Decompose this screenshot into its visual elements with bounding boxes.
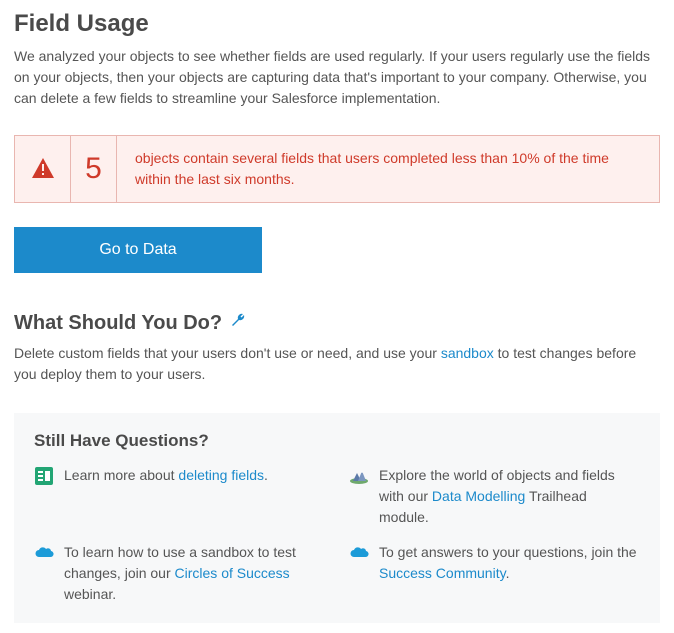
question-item: Learn more about deleting fields. (34, 465, 325, 528)
q-text-after: webinar. (64, 586, 116, 602)
alert-banner: 5 objects contain several fields that us… (14, 135, 660, 203)
alert-message: objects contain several fields that user… (117, 136, 659, 202)
circles-of-success-link[interactable]: Circles of Success (175, 565, 290, 581)
q-text-after: . (506, 565, 510, 581)
trailhead-icon (349, 466, 369, 486)
page-title: Field Usage (14, 10, 660, 38)
q-text-before: To get answers to your questions, join t… (379, 544, 637, 560)
alert-count: 5 (71, 136, 117, 202)
go-to-data-button[interactable]: Go to Data (14, 227, 262, 273)
question-item: Explore the world of objects and fields … (349, 465, 640, 528)
recommend-title: What Should You Do? (14, 311, 660, 335)
recommend-text-before: Delete custom fields that your users don… (14, 345, 441, 361)
data-modelling-link[interactable]: Data Modelling (432, 488, 525, 504)
sandbox-link[interactable]: sandbox (441, 345, 494, 361)
question-item: To get answers to your questions, join t… (349, 542, 640, 605)
questions-title: Still Have Questions? (34, 431, 640, 451)
salesforce-cloud-icon (34, 543, 54, 563)
recommend-description: Delete custom fields that your users don… (14, 343, 660, 385)
recommend-title-text: What Should You Do? (14, 312, 222, 335)
salesforce-cloud-icon (349, 543, 369, 563)
article-icon (34, 466, 54, 486)
wrench-icon (222, 311, 248, 335)
question-item: To learn how to use a sandbox to test ch… (34, 542, 325, 605)
warning-icon (32, 158, 54, 181)
q-text-before: Learn more about (64, 467, 178, 483)
q-text-after: . (264, 467, 268, 483)
page-description: We analyzed your objects to see whether … (14, 46, 660, 109)
success-community-link[interactable]: Success Community (379, 565, 506, 581)
deleting-fields-link[interactable]: deleting fields (178, 467, 264, 483)
questions-panel: Still Have Questions? Learn more about d… (14, 413, 660, 623)
alert-icon-cell (15, 136, 71, 202)
